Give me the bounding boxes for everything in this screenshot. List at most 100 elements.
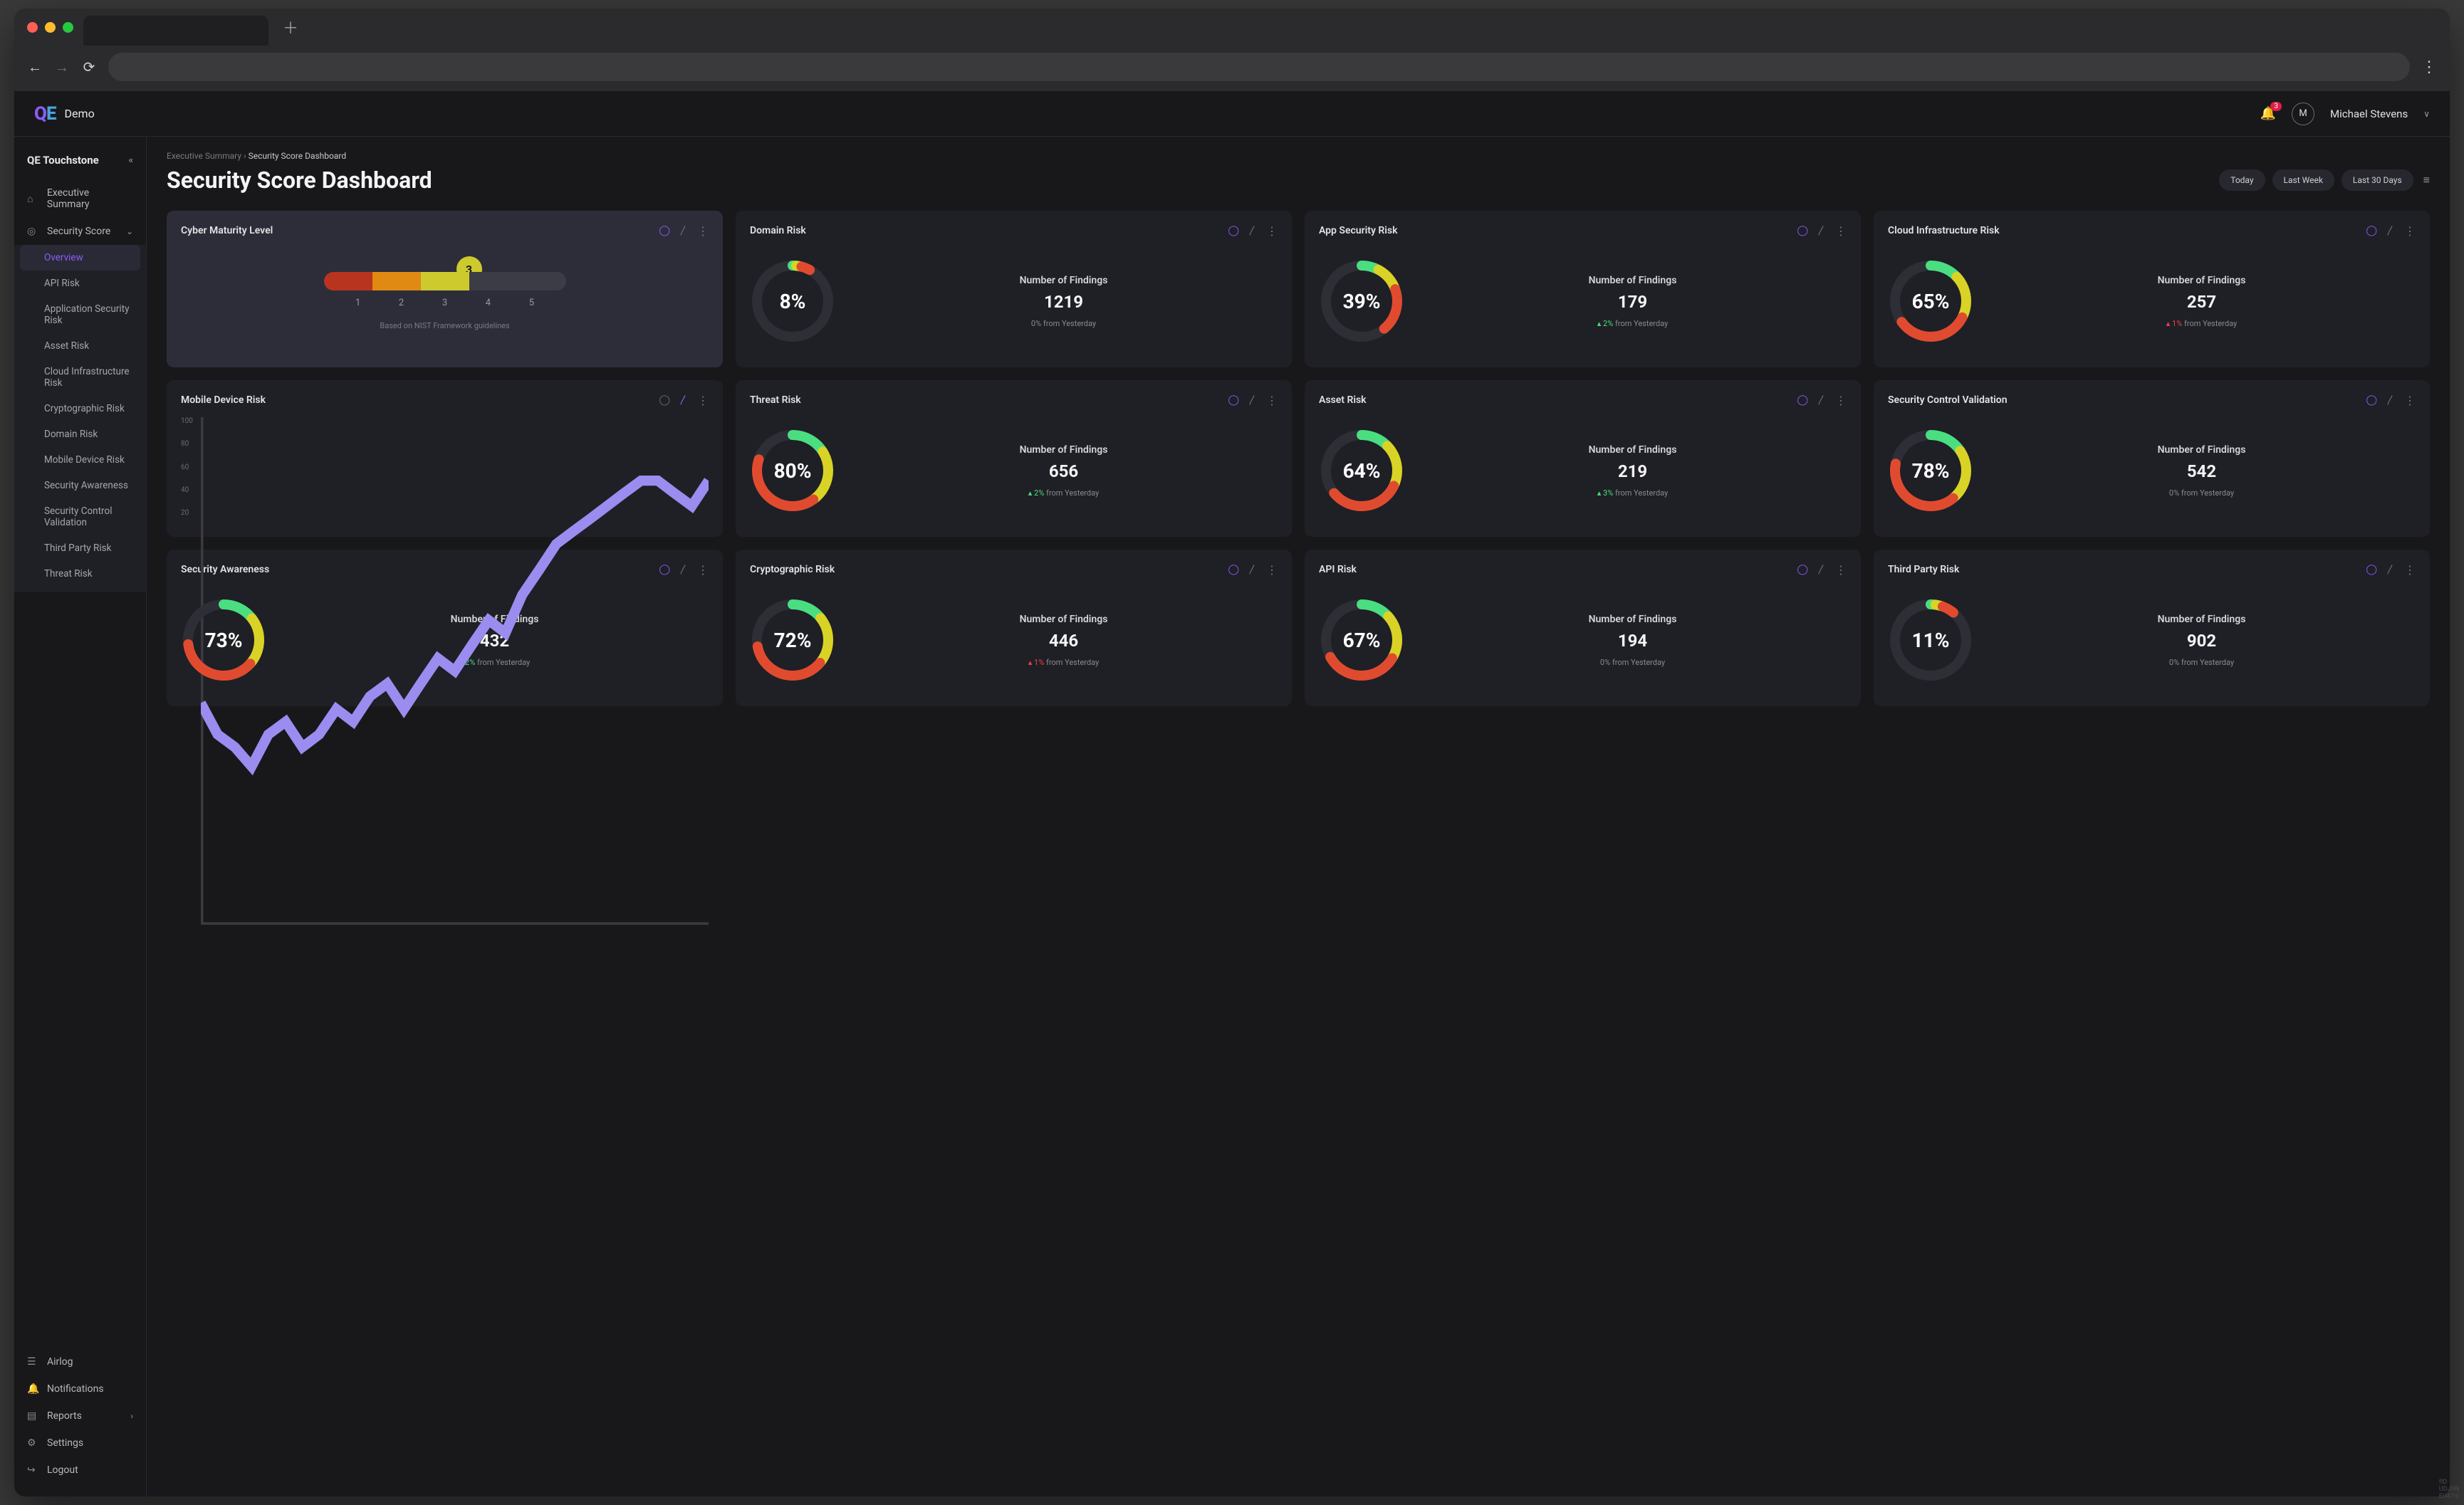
- maximize-window-icon[interactable]: [63, 22, 73, 33]
- card-third-party-risk: Third Party Risk ◯ 〳 ⋮ 11% Number of Fin…: [1874, 550, 2430, 706]
- back-icon[interactable]: ←: [27, 58, 43, 76]
- sidebar-item-security-score[interactable]: ◎Security Score⌄: [14, 218, 146, 245]
- trend-icon[interactable]: 〳: [1817, 224, 1827, 238]
- findings-delta: ▴ 1% from Yesterday: [850, 658, 1278, 667]
- breadcrumb-parent[interactable]: Executive Summary: [167, 151, 241, 161]
- sidebar-item-executive-summary[interactable]: ⌂Executive Summary: [14, 179, 146, 218]
- sidebar-sub-domain-risk[interactable]: Domain Risk: [14, 421, 146, 447]
- trend-icon[interactable]: 〳: [679, 393, 689, 407]
- risk-ring: 65%: [1888, 258, 1973, 344]
- sidebar-sub-mobile-device-risk[interactable]: Mobile Device Risk: [14, 447, 146, 473]
- card-menu-icon[interactable]: ⋮: [1835, 224, 1847, 238]
- browser-menu-icon[interactable]: ⋮: [2421, 58, 2437, 76]
- sidebar-sub-security-control-validation[interactable]: Security Control Validation: [14, 498, 146, 535]
- forward-icon[interactable]: →: [54, 58, 70, 76]
- adjust-icon[interactable]: ≡: [2423, 173, 2430, 187]
- trend-icon[interactable]: 〳: [1817, 393, 1827, 407]
- main-content: Executive Summary › Security Score Dashb…: [147, 137, 2450, 1496]
- filter-last-week[interactable]: Last Week: [2272, 169, 2334, 191]
- logo-icon: QE: [34, 103, 56, 125]
- trend-icon[interactable]: 〳: [679, 224, 689, 238]
- risk-percent: 8%: [750, 258, 835, 344]
- brand[interactable]: QE Demo: [34, 103, 95, 125]
- line-chart: 10080604020: [181, 417, 709, 524]
- trend-icon[interactable]: 〳: [1248, 224, 1258, 238]
- watermark: fIDUDJIRkEU47nI: [2439, 1479, 2450, 1496]
- browser-tab[interactable]: [83, 16, 268, 46]
- sidebar-item-reports[interactable]: ▤Reports›: [14, 1402, 146, 1430]
- card-menu-icon[interactable]: ⋮: [2404, 563, 2416, 577]
- card-menu-icon[interactable]: ⋮: [1835, 394, 1847, 407]
- card-menu-icon[interactable]: ⋮: [1266, 563, 1278, 577]
- refresh-icon[interactable]: ◯: [1797, 394, 1808, 406]
- card-menu-icon[interactable]: ⋮: [2404, 224, 2416, 238]
- reload-icon[interactable]: ⟳: [81, 58, 97, 75]
- card-threat-risk: Threat Risk ◯ 〳 ⋮ 80% Number of Findings…: [736, 380, 1292, 537]
- address-bar[interactable]: [108, 53, 2410, 81]
- refresh-icon[interactable]: ◯: [659, 394, 670, 406]
- sidebar-sub-third-party-risk[interactable]: Third Party Risk: [14, 535, 146, 561]
- card-mobile-device-risk: Mobile Device Risk ◯ 〳 ⋮ 10080604020: [167, 380, 723, 537]
- risk-ring: 64%: [1319, 428, 1404, 513]
- findings-count: 902: [1988, 631, 2416, 651]
- card-security-control-validation: Security Control Validation ◯ 〳 ⋮ 78% Nu…: [1874, 380, 2430, 537]
- trend-icon[interactable]: 〳: [2386, 562, 2396, 577]
- notifications-button[interactable]: 🔔 3: [2260, 106, 2276, 121]
- risk-percent: 80%: [750, 428, 835, 513]
- trend-icon[interactable]: 〳: [1248, 393, 1258, 407]
- sidebar-item-logout[interactable]: ↪Logout: [14, 1457, 146, 1484]
- sidebar-item-airlog[interactable]: ☰Airlog: [14, 1348, 146, 1375]
- card-menu-icon[interactable]: ⋮: [697, 224, 709, 238]
- findings-delta: ▴ 1% from Yesterday: [1988, 319, 2416, 328]
- sidebar-item-notifications[interactable]: 🔔Notifications: [14, 1375, 146, 1402]
- close-window-icon[interactable]: [27, 22, 38, 33]
- sidebar-item-label: Airlog: [47, 1356, 73, 1368]
- sidebar-collapse-icon[interactable]: «: [129, 155, 134, 166]
- scale-tick: 3: [442, 298, 447, 308]
- sidebar-sub-application-security-risk[interactable]: Application Security Risk: [14, 296, 146, 333]
- trend-icon[interactable]: 〳: [2386, 224, 2396, 238]
- chevron-down-icon[interactable]: ∨: [2423, 109, 2430, 119]
- sidebar-sub-cloud-infrastructure-risk[interactable]: Cloud Infrastructure Risk: [14, 359, 146, 396]
- refresh-icon[interactable]: ◯: [2366, 394, 2377, 406]
- sidebar-sub-cryptographic-risk[interactable]: Cryptographic Risk: [14, 396, 146, 421]
- sidebar-sub-threat-risk[interactable]: Threat Risk: [14, 561, 146, 587]
- sidebar-title: QE Touchstone: [27, 154, 99, 167]
- card-menu-icon[interactable]: ⋮: [2404, 394, 2416, 407]
- trend-icon[interactable]: 〳: [1248, 562, 1258, 577]
- sidebar-sub-api-risk[interactable]: API Risk: [14, 271, 146, 296]
- card-app-security-risk: App Security Risk ◯ 〳 ⋮ 39% Number of Fi…: [1305, 211, 1861, 367]
- refresh-icon[interactable]: ◯: [2366, 225, 2377, 236]
- card-title: Mobile Device Risk: [181, 394, 266, 406]
- card-title: App Security Risk: [1319, 225, 1398, 236]
- trend-icon[interactable]: 〳: [1817, 562, 1827, 577]
- new-tab-button[interactable]: ＋: [283, 16, 298, 38]
- card-menu-icon[interactable]: ⋮: [697, 394, 709, 407]
- sidebar-sub-overview[interactable]: Overview: [20, 245, 140, 271]
- refresh-icon[interactable]: ◯: [2366, 564, 2377, 575]
- refresh-icon[interactable]: ◯: [1228, 225, 1239, 236]
- avatar[interactable]: M: [2292, 103, 2314, 125]
- refresh-icon[interactable]: ◯: [659, 225, 670, 236]
- trend-icon[interactable]: 〳: [2386, 393, 2396, 407]
- sidebar-item-label: Reports: [47, 1410, 82, 1422]
- page-title: Security Score Dashboard: [167, 167, 432, 194]
- sidebar-sub-security-awareness[interactable]: Security Awareness: [14, 473, 146, 498]
- refresh-icon[interactable]: ◯: [1228, 394, 1239, 406]
- card-menu-icon[interactable]: ⋮: [1266, 224, 1278, 238]
- card-cloud-infrastructure-risk: Cloud Infrastructure Risk ◯ 〳 ⋮ 65% Numb…: [1874, 211, 2430, 367]
- sidebar-sub-asset-risk[interactable]: Asset Risk: [14, 333, 146, 359]
- card-title: API Risk: [1319, 564, 1357, 575]
- refresh-icon[interactable]: ◯: [1797, 225, 1808, 236]
- refresh-icon[interactable]: ◯: [1797, 564, 1808, 575]
- refresh-icon[interactable]: ◯: [1228, 564, 1239, 575]
- card-menu-icon[interactable]: ⋮: [1835, 563, 1847, 577]
- filter-last-30-days[interactable]: Last 30 Days: [2342, 169, 2413, 191]
- filter-today[interactable]: Today: [2219, 169, 2265, 191]
- risk-percent: 73%: [181, 597, 266, 683]
- minimize-window-icon[interactable]: [45, 22, 56, 33]
- card-menu-icon[interactable]: ⋮: [1266, 394, 1278, 407]
- findings-count: 656: [850, 461, 1278, 481]
- sidebar-item-settings[interactable]: ⚙Settings: [14, 1430, 146, 1457]
- card-api-risk: API Risk ◯ 〳 ⋮ 67% Number of Findings 19…: [1305, 550, 1861, 706]
